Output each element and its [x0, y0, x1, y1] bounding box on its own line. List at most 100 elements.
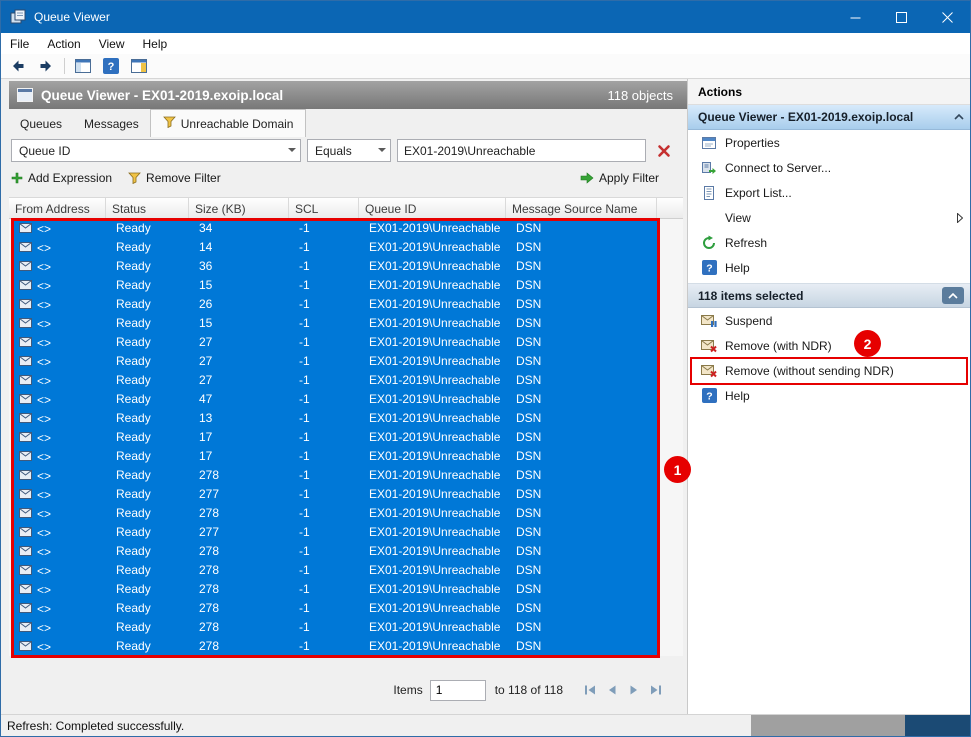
cell-status: Ready: [110, 504, 193, 523]
column-header-filler: [657, 198, 683, 218]
show-action-pane-button[interactable]: [129, 56, 149, 76]
filter-value-input[interactable]: [397, 139, 646, 162]
cell-message-source: DSN: [510, 428, 657, 447]
table-row[interactable]: <> Ready 34 -1 EX01-2019\Unreachable DSN: [13, 219, 657, 238]
table-row[interactable]: <> Ready 278 -1 EX01-2019\Unreachable DS…: [13, 466, 657, 485]
remove-with-ndr-icon: [700, 339, 718, 353]
table-row[interactable]: <> Ready 26 -1 EX01-2019\Unreachable DSN: [13, 295, 657, 314]
cell-status: Ready: [110, 523, 193, 542]
menu-action[interactable]: Action: [38, 33, 89, 54]
show-console-tree-button[interactable]: [73, 56, 93, 76]
chevron-down-icon: [373, 145, 390, 156]
cell-message-source: DSN: [510, 618, 657, 637]
cell-message-source: DSN: [510, 371, 657, 390]
tab-queues[interactable]: Queues: [9, 111, 73, 137]
table-row[interactable]: <> Ready 47 -1 EX01-2019\Unreachable DSN: [13, 390, 657, 409]
menu-help[interactable]: Help: [134, 33, 177, 54]
table-row[interactable]: <> Ready 278 -1 EX01-2019\Unreachable DS…: [13, 504, 657, 523]
table-row[interactable]: <> Ready 27 -1 EX01-2019\Unreachable DSN: [13, 352, 657, 371]
back-button[interactable]: [8, 56, 28, 76]
cell-status: Ready: [110, 409, 193, 428]
tab-unreachable-domain[interactable]: Unreachable Domain: [150, 109, 307, 137]
last-page-button[interactable]: [646, 681, 665, 699]
suspend-icon: [700, 314, 718, 328]
table-row[interactable]: <> Ready 13 -1 EX01-2019\Unreachable DSN: [13, 409, 657, 428]
action-suspend[interactable]: Suspend: [688, 308, 971, 333]
table-row[interactable]: <> Ready 277 -1 EX01-2019\Unreachable DS…: [13, 523, 657, 542]
action-view-label: View: [725, 211, 751, 225]
cell-scl: -1: [293, 371, 363, 390]
table-row[interactable]: <> Ready 278 -1 EX01-2019\Unreachable DS…: [13, 542, 657, 561]
filter-field-dropdown[interactable]: Queue ID: [11, 139, 301, 162]
action-connect-to-server[interactable]: Connect to Server...: [688, 155, 971, 180]
actions-group-server-header[interactable]: Queue Viewer - EX01-2019.exoip.local: [688, 105, 971, 130]
close-button[interactable]: [924, 1, 970, 33]
maximize-button[interactable]: [878, 1, 924, 33]
column-header-1[interactable]: From Address: [9, 198, 106, 218]
table-row[interactable]: <> Ready 278 -1 EX01-2019\Unreachable DS…: [13, 580, 657, 599]
actions-group-selection-header[interactable]: 118 items selected: [688, 283, 971, 308]
page-input[interactable]: [430, 680, 486, 701]
delete-filter-x-icon: [657, 144, 671, 158]
statusbar-blue-segment: [905, 715, 970, 737]
previous-page-button[interactable]: [602, 681, 621, 699]
forward-button[interactable]: [36, 56, 56, 76]
first-page-button[interactable]: [580, 681, 599, 699]
table-row[interactable]: <> Ready 27 -1 EX01-2019\Unreachable DSN: [13, 333, 657, 352]
minimize-icon: [850, 12, 861, 23]
annotation-badge-2: 2: [854, 330, 881, 357]
table-row[interactable]: <> Ready 17 -1 EX01-2019\Unreachable DSN: [13, 428, 657, 447]
remove-filter-button[interactable]: Remove Filter: [128, 171, 221, 185]
table-row[interactable]: <> Ready 15 -1 EX01-2019\Unreachable DSN: [13, 276, 657, 295]
cell-message-source: DSN: [510, 409, 657, 428]
action-refresh[interactable]: Refresh: [688, 230, 971, 255]
items-label: Items: [393, 683, 422, 697]
table-row[interactable]: <> Ready 278 -1 EX01-2019\Unreachable DS…: [13, 618, 657, 637]
cell-from-address: <>: [37, 640, 51, 654]
table-row[interactable]: <> Ready 27 -1 EX01-2019\Unreachable DSN: [13, 371, 657, 390]
column-header-2[interactable]: Status: [106, 198, 189, 218]
table-row[interactable]: <> Ready 278 -1 EX01-2019\Unreachable DS…: [13, 599, 657, 618]
minimize-button[interactable]: [832, 1, 878, 33]
add-expression-button[interactable]: Add Expression: [11, 171, 112, 185]
cell-scl: -1: [293, 447, 363, 466]
action-remove-without-ndr[interactable]: Remove (without sending NDR): [688, 358, 971, 383]
cell-queue-id: EX01-2019\Unreachable: [363, 295, 510, 314]
help-button[interactable]: ?: [101, 56, 121, 76]
table-row[interactable]: <> Ready 277 -1 EX01-2019\Unreachable DS…: [13, 485, 657, 504]
action-properties[interactable]: Properties: [688, 130, 971, 155]
column-header-5[interactable]: Queue ID: [359, 198, 506, 218]
export-list-icon: [700, 185, 718, 201]
action-export-list[interactable]: View Export List...: [688, 180, 971, 205]
next-page-button[interactable]: [624, 681, 643, 699]
table-row[interactable]: <> Ready 36 -1 EX01-2019\Unreachable DSN: [13, 257, 657, 276]
cell-message-source: DSN: [510, 219, 657, 238]
action-help-bottom[interactable]: ? Help: [688, 383, 971, 408]
apply-filter-button[interactable]: Apply Filter: [580, 171, 659, 185]
cell-from-address: <>: [37, 336, 51, 350]
table-row[interactable]: <> Ready 14 -1 EX01-2019\Unreachable DSN: [13, 238, 657, 257]
column-header-6[interactable]: Message Source Name: [506, 198, 657, 218]
table-row[interactable]: <> Ready 278 -1 EX01-2019\Unreachable DS…: [13, 561, 657, 580]
menu-file[interactable]: File: [1, 33, 38, 54]
queue-viewer-window: Queue Viewer File Action View Help: [0, 0, 971, 737]
tab-messages[interactable]: Messages: [73, 111, 150, 137]
cell-scl: -1: [293, 618, 363, 637]
cell-from-address: <>: [37, 412, 51, 426]
table-row[interactable]: <> Ready 15 -1 EX01-2019\Unreachable DSN: [13, 314, 657, 333]
cell-queue-id: EX01-2019\Unreachable: [363, 599, 510, 618]
delete-filter-button[interactable]: [654, 141, 674, 161]
action-remove-with-ndr[interactable]: Remove (with NDR): [688, 333, 971, 358]
action-help-top[interactable]: ? Help: [688, 255, 971, 280]
message-envelope-icon: [19, 222, 32, 236]
cell-status: Ready: [110, 238, 193, 257]
filter-operator-dropdown[interactable]: Equals: [307, 139, 391, 162]
cell-scl: -1: [293, 485, 363, 504]
table-row[interactable]: <> Ready 278 -1 EX01-2019\Unreachable DS…: [13, 637, 657, 656]
column-header-3[interactable]: Size (KB): [189, 198, 289, 218]
column-header-4[interactable]: SCL: [289, 198, 359, 218]
action-view[interactable]: View: [688, 205, 971, 230]
table-row[interactable]: <> Ready 17 -1 EX01-2019\Unreachable DSN: [13, 447, 657, 466]
cell-queue-id: EX01-2019\Unreachable: [363, 523, 510, 542]
menu-view[interactable]: View: [90, 33, 134, 54]
